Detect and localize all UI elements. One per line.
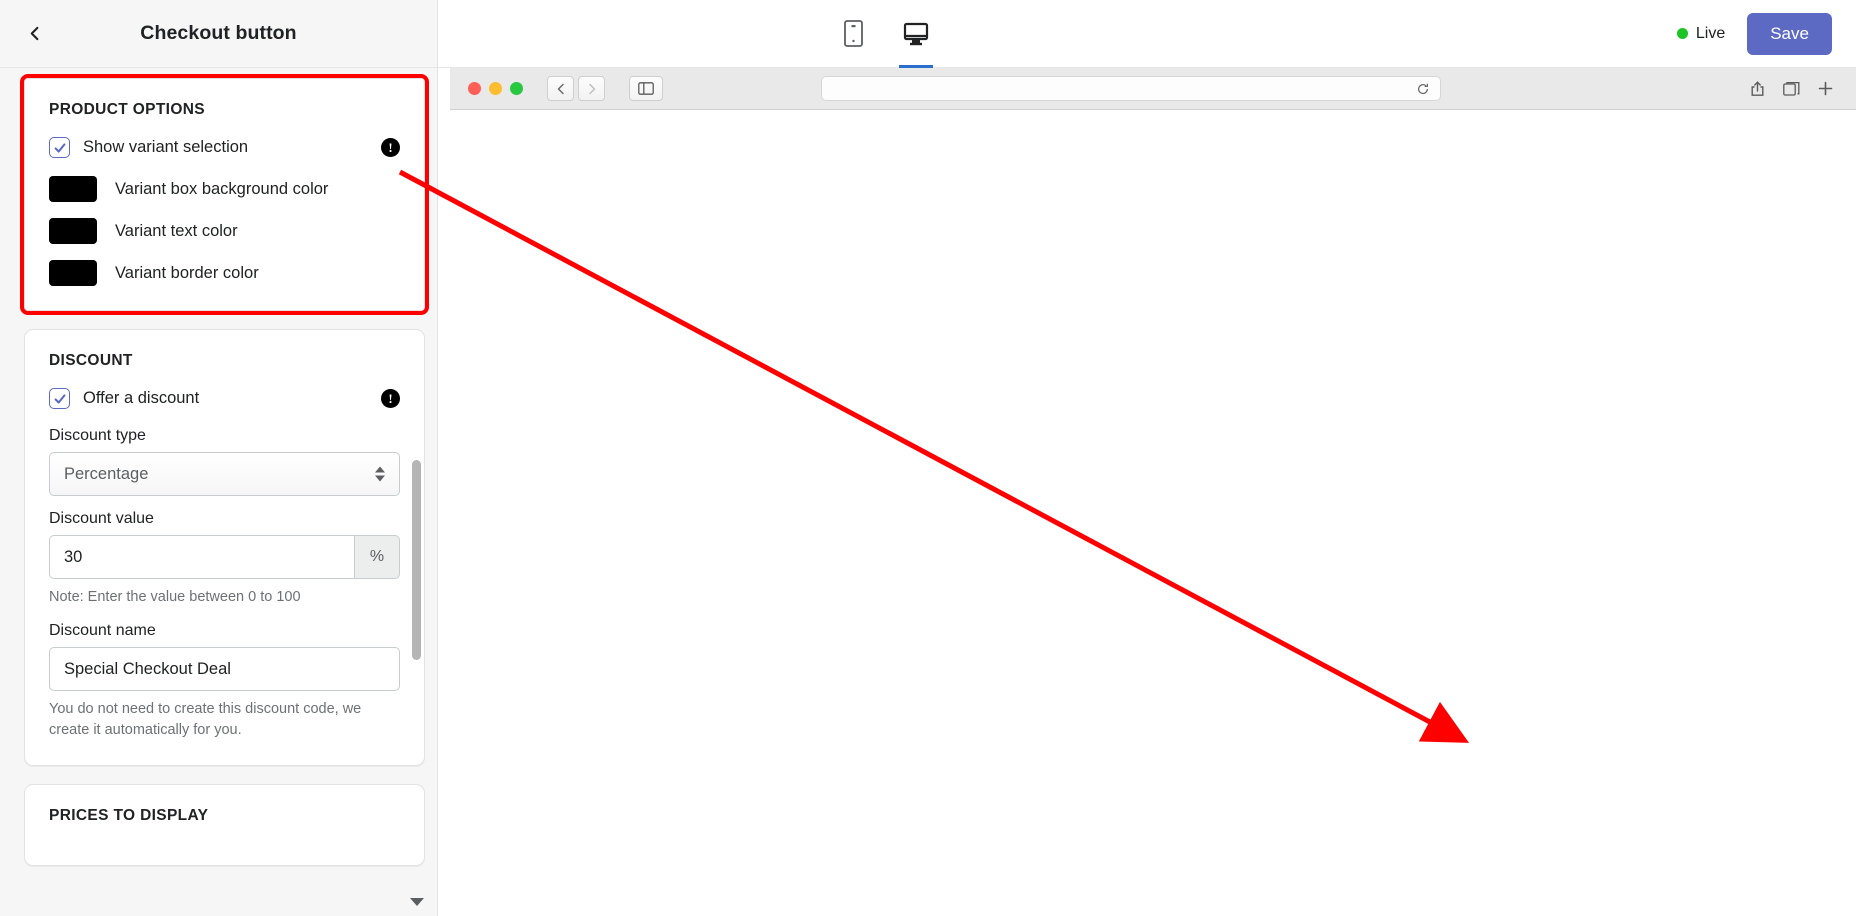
discount-value-suffix: % [354,535,400,579]
browser-nav-buttons [547,76,605,101]
browser-chrome-right [1746,78,1838,100]
discount-type-label: Discount type [49,427,400,445]
device-mobile-button[interactable] [831,0,877,68]
prices-to-display-card: PRICES TO DISPLAY [24,784,425,866]
product-options-heading: PRODUCT OPTIONS [49,101,400,119]
offer-a-discount-row: Offer a discount ! [49,388,400,409]
offer-a-discount-label: Offer a discount [83,389,368,408]
plus-icon [1817,80,1834,97]
chevron-right-icon [587,83,597,95]
window-minimize-icon[interactable] [489,82,502,95]
sidebar-toggle-icon [638,82,654,95]
main-area: Live Save [438,0,1856,916]
page-title: Checkout button [52,22,385,45]
window-zoom-icon[interactable] [510,82,523,95]
tab-overview-icon [1783,81,1800,96]
variant-box-background-color-swatch[interactable] [49,176,97,202]
desktop-device-icon [903,21,929,47]
info-exclamation-icon[interactable]: ! [381,138,400,157]
prices-to-display-heading: PRICES TO DISPLAY [49,807,400,825]
discount-value-input[interactable] [49,535,354,579]
discount-heading: DISCOUNT [49,352,400,370]
top-toolbar: Live Save [438,0,1856,68]
checkmark-icon [53,141,67,155]
browser-chrome-bar [450,68,1856,110]
chevron-left-icon [28,26,43,41]
share-icon [1750,81,1765,97]
product-options-card: PRODUCT OPTIONS Show variant selection !… [24,78,425,311]
show-variant-selection-row: Show variant selection ! [49,137,400,158]
browser-url-bar[interactable] [821,76,1441,101]
variant-text-color-swatch[interactable] [49,218,97,244]
offer-a-discount-checkbox[interactable] [49,388,70,409]
device-desktop-button[interactable] [893,0,939,68]
settings-sidebar: Checkout button PRODUCT OPTIONS Show var… [0,0,438,916]
back-button[interactable] [18,17,52,51]
device-preview-toggle [831,0,939,68]
checkmark-icon [53,392,67,406]
variant-border-color-row: Variant border color [49,260,400,286]
browser-back-button[interactable] [547,76,574,101]
browser-forward-button[interactable] [578,76,605,101]
discount-value-label: Discount value [49,510,400,528]
live-status-dot-icon [1677,28,1688,39]
window-close-icon[interactable] [468,82,481,95]
discount-name-note: You do not need to create this discount … [49,699,400,741]
live-status-label: Live [1696,25,1725,43]
show-variant-selection-checkbox[interactable] [49,137,70,158]
live-status: Live [1677,25,1725,43]
stepper-caret-icon [375,467,385,482]
scroll-down-arrow-icon[interactable] [410,898,424,906]
sidebar-scroll-area: PRODUCT OPTIONS Show variant selection !… [0,68,437,916]
browser-sidebar-toggle[interactable] [629,76,663,101]
browser-share-button[interactable] [1746,78,1770,100]
discount-value-group: % [49,535,400,579]
show-variant-selection-label: Show variant selection [83,138,368,157]
variant-border-color-label: Variant border color [115,264,259,283]
toolbar-right: Live Save [1677,13,1832,55]
variant-text-color-row: Variant text color [49,218,400,244]
info-exclamation-icon[interactable]: ! [381,389,400,408]
discount-card: DISCOUNT Offer a discount ! Discount typ… [24,329,425,766]
browser-tab-overview-button[interactable] [1780,78,1804,100]
app-root: Checkout button PRODUCT OPTIONS Show var… [0,0,1856,916]
reload-icon[interactable] [1416,82,1430,96]
chevron-left-icon [556,83,566,95]
save-button[interactable]: Save [1747,13,1832,55]
variant-border-color-swatch[interactable] [49,260,97,286]
variant-text-color-label: Variant text color [115,222,238,241]
variant-box-background-color-row: Variant box background color [49,176,400,202]
sidebar-header: Checkout button [0,0,437,68]
preview-browser: Best Upsell Plugin Demo My account Shop … [450,68,1856,916]
discount-name-label: Discount name [49,622,400,640]
variant-box-background-color-label: Variant box background color [115,180,328,199]
discount-type-value: Percentage [64,465,148,484]
discount-type-select[interactable]: Percentage [49,452,400,496]
browser-new-tab-button[interactable] [1814,78,1838,100]
discount-value-note: Note: Enter the value between 0 to 100 [49,587,400,608]
window-traffic-lights [468,82,523,95]
discount-name-input[interactable] [49,647,400,691]
sidebar-scrollbar-thumb[interactable] [412,460,421,660]
mobile-device-icon [844,20,863,47]
